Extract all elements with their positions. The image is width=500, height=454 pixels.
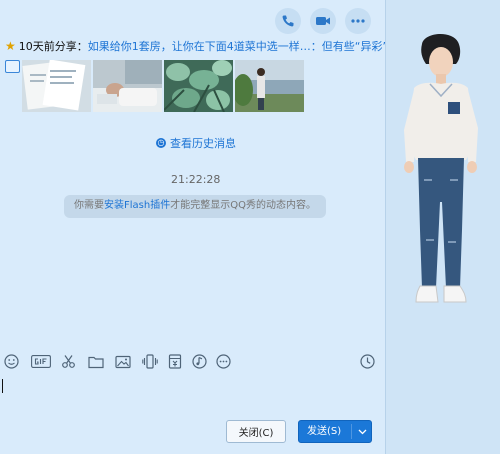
gif-button[interactable] [31,353,51,370]
shake-icon [141,354,158,369]
screenshot-button[interactable] [60,353,77,370]
send-button[interactable]: 发送(S) [298,420,372,443]
video-call-button[interactable] [310,8,336,34]
emoji-icon [4,354,19,369]
message-history-button[interactable] [359,353,376,370]
notice-text-after: 才能完整显示QQ秀的动态内容。 [170,200,316,211]
clock-icon: ◷ [156,138,166,148]
qq-show-panel [385,0,500,454]
gif-icon [31,355,51,368]
share-link[interactable]: 如果给你1套房，让你在下面4道菜中选一样…：但有些“异彩”… [88,40,385,53]
thumbnail-hospital[interactable] [93,60,162,112]
thumbnail-lakeside[interactable] [235,60,304,112]
music-button[interactable] [191,353,208,370]
image-button[interactable] [114,353,131,370]
thumbnail-plants[interactable] [164,60,233,112]
emoji-button[interactable] [3,353,20,370]
history-clock-icon [360,354,375,369]
music-icon [192,354,207,369]
share-thumbnails [22,60,304,112]
shake-button[interactable] [141,353,158,370]
more-button[interactable] [345,8,371,34]
chat-panel: ★10天前分享：如果给你1套房，让你在下面4道菜中选一样…：但有些“异彩”… [0,0,385,454]
send-label: 发送(S) [307,426,342,437]
qq-show-avatar [404,33,478,303]
send-divider [351,424,352,439]
message-input[interactable] [0,376,385,416]
star-icon: ★ [5,39,16,53]
history-messages-link[interactable]: ◷ 查看历史消息 [156,135,236,151]
red-packet-icon [168,354,181,369]
voice-call-button[interactable] [275,8,301,34]
install-flash-link[interactable]: 安装Flash插件 [104,200,170,211]
share-line: ★ 10天前分享：如果给你1套房，让你在下面4道菜中选一样…：但有些“异彩”… [5,38,385,54]
thumbnail-documents[interactable] [22,60,91,112]
share-prefix: 10天前分享： [18,40,88,53]
history-label: 查看历史消息 [170,137,236,150]
notice-text-before: 你需要 [74,200,104,211]
red-packet-button[interactable] [166,353,183,370]
folder-icon [87,356,104,368]
send-options-button[interactable] [355,421,369,442]
chevron-down-icon [358,429,366,434]
message-timestamp: 21:22:28 [171,173,221,186]
qzone-badge-icon [5,60,20,73]
video-call-icon [316,17,330,25]
top-actions [275,8,371,34]
more-tools-icon [216,354,231,369]
scissors-icon [62,355,75,368]
more-icon [351,19,365,23]
input-toolbar [3,353,383,373]
file-button[interactable] [87,353,104,370]
more-tools-button[interactable] [215,353,232,370]
close-button[interactable]: 关闭(C) [226,420,286,443]
phone-icon [282,15,294,27]
system-notice: 你需要安装Flash插件才能完整显示QQ秀的动态内容。 [64,195,326,218]
image-icon [114,355,131,368]
text-caret [2,379,3,393]
